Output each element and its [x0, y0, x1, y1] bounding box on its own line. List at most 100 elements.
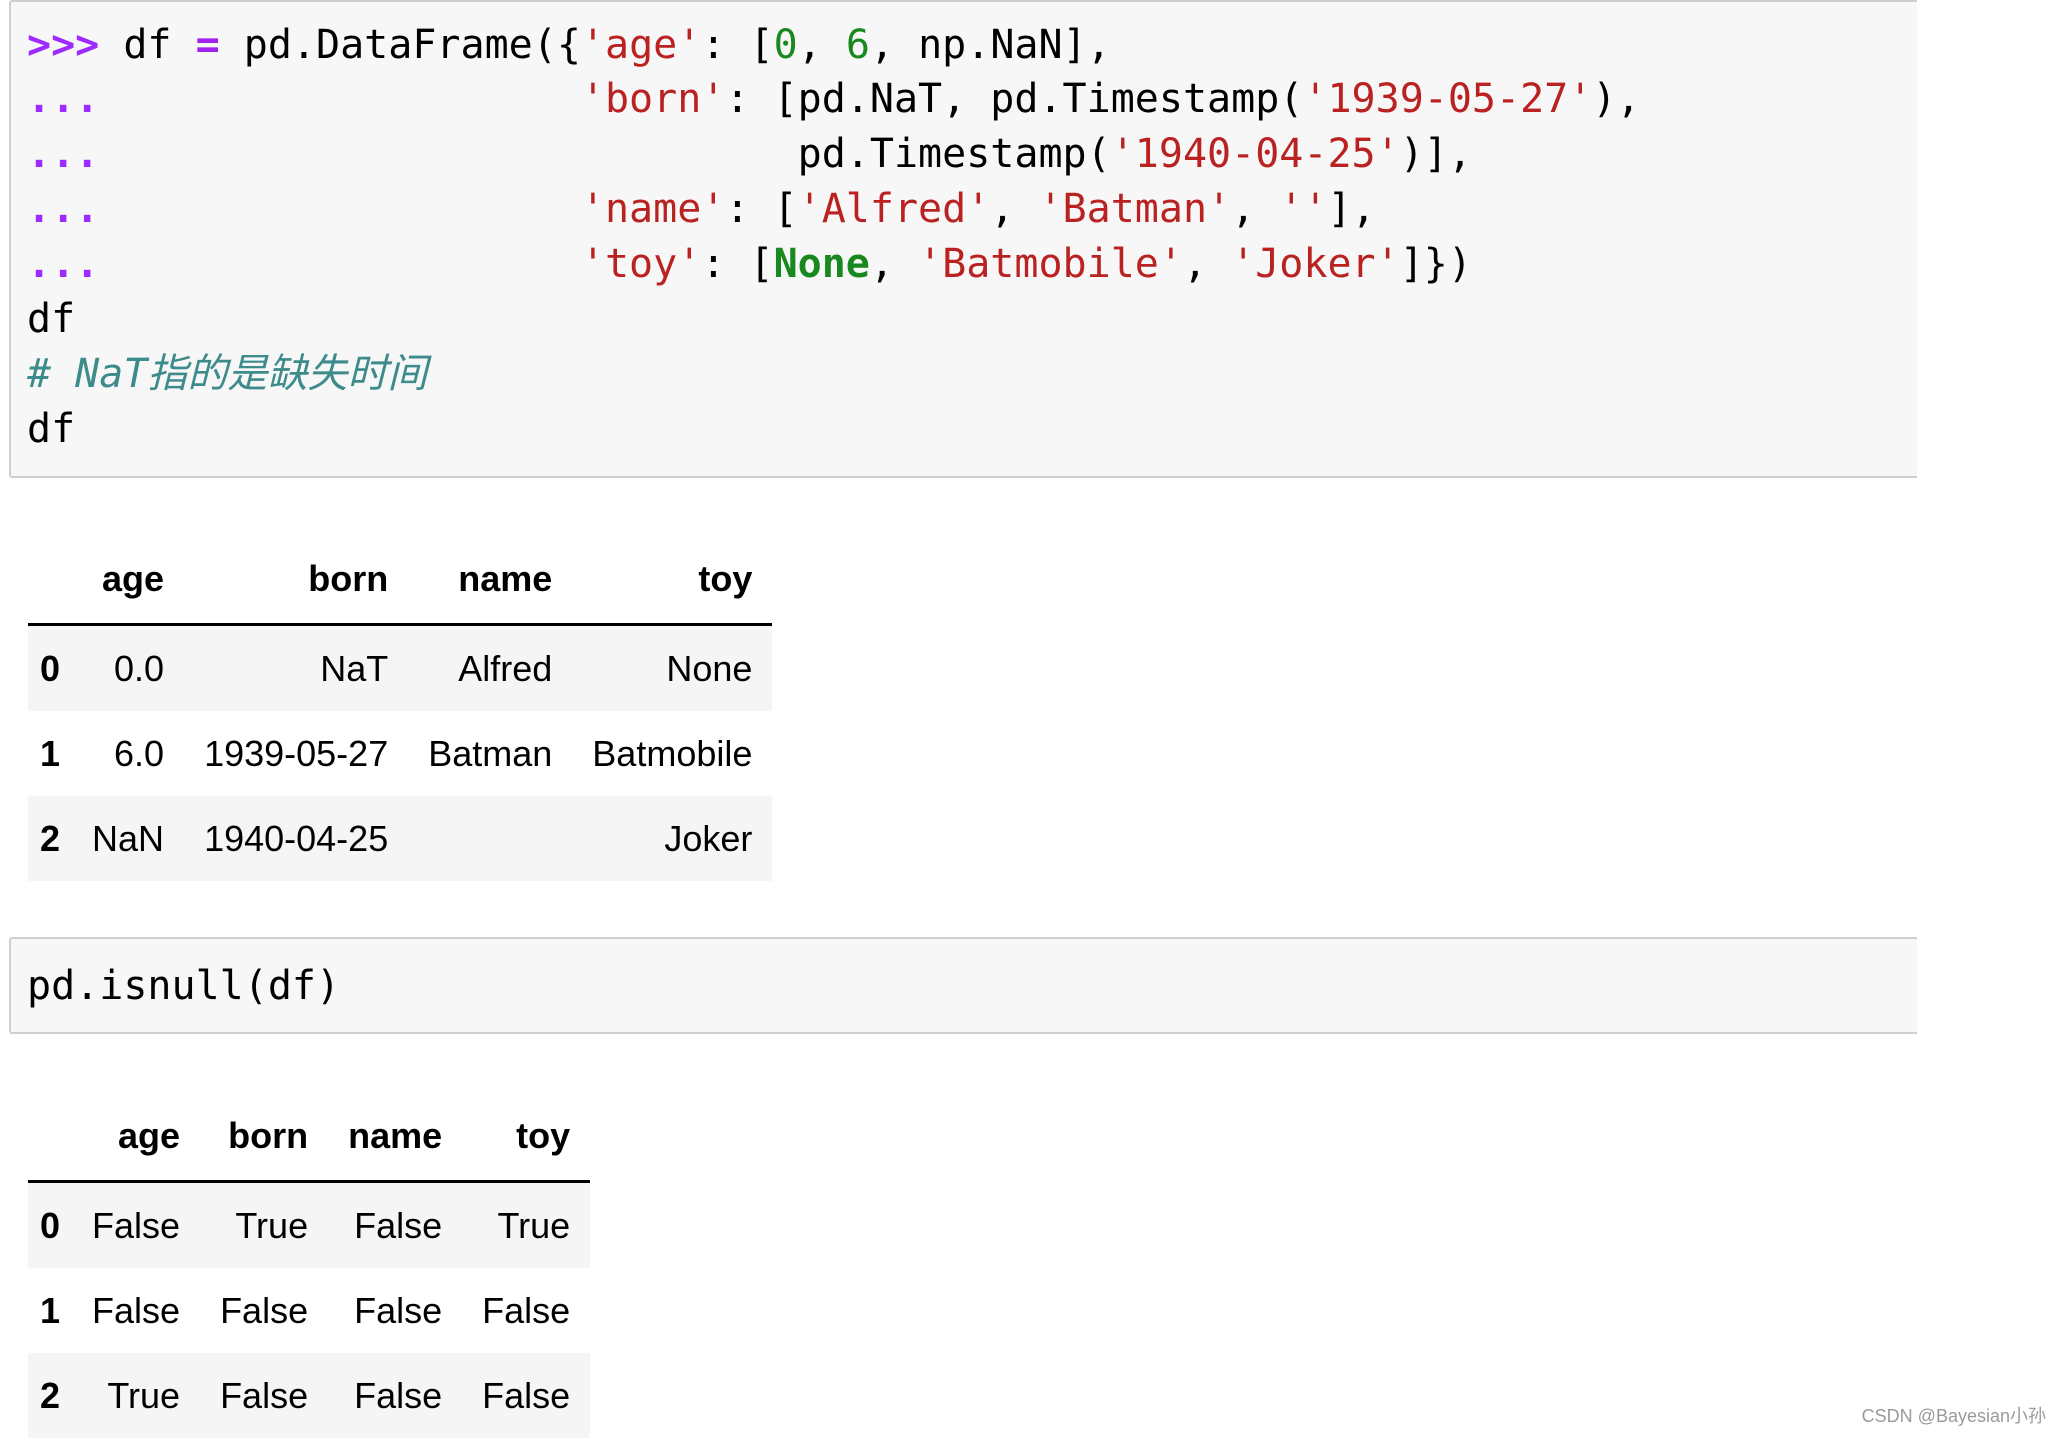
code-line: >>> df = pd.DataFrame({'age': [0, 6, np.… — [27, 20, 1111, 70]
column-header-toy: toy — [572, 535, 773, 626]
table-cell: False — [220, 1289, 309, 1331]
code-token: 'Joker' — [1231, 241, 1400, 287]
code-token: 'Batmobile' — [918, 241, 1183, 287]
code-token: 'Alfred' — [797, 186, 991, 232]
index-header — [28, 1092, 73, 1183]
code-token: , — [990, 186, 1039, 232]
code-token: None — [773, 241, 870, 287]
table-row: 1 6.0 1939-05-27 Batman Batmobile — [28, 711, 772, 796]
code-token: , — [1231, 186, 1280, 232]
prompt-marker: >>> — [27, 22, 100, 68]
table-cell: False — [354, 1374, 443, 1416]
table-cell: True — [235, 1204, 309, 1246]
code-token: )], — [1399, 131, 1472, 177]
table-cell: False — [220, 1374, 309, 1416]
code-line: ... pd.Timestamp('1940-04-25')], — [27, 129, 1472, 179]
row-index: 0 — [40, 1204, 61, 1246]
code-line: df — [27, 404, 75, 454]
table-row: 2 NaN 1940-04-25 Joker — [28, 796, 773, 881]
code-token: 'age' — [580, 22, 702, 68]
watermark: CSDN @Bayesian小孙 — [1861, 1406, 2046, 1426]
table-row: 1 False False False False — [28, 1268, 590, 1353]
code-token: pd.isnull(df) — [27, 963, 341, 1009]
table-cell: NaT — [320, 647, 389, 689]
code-token: pd.Timestamp( — [99, 131, 1111, 177]
code-token: ], — [1327, 186, 1376, 232]
code-token: 'Batman' — [1038, 186, 1232, 232]
continuation-marker: ... — [27, 76, 100, 122]
table-cell: Joker — [664, 817, 753, 859]
code-token: '' — [1279, 186, 1328, 232]
code-token: : [ — [725, 186, 798, 232]
column-header-name: name — [328, 1092, 463, 1183]
code-token: : [pd.NaT, pd.Timestamp( — [725, 76, 1304, 122]
column-header-name: name — [408, 535, 573, 626]
code-token: : [ — [701, 22, 774, 68]
code-token: 'name' — [580, 186, 726, 232]
column-header-born: born — [184, 535, 409, 626]
isnull-output-table: age born name toy 0 False True False Tru… — [28, 1092, 591, 1438]
continuation-marker: ... — [27, 131, 100, 177]
code-line: ... 'born': [pd.NaT, pd.Timestamp('1939-… — [27, 74, 1641, 124]
code-line: # NaT指的是缺失时间 — [27, 349, 427, 399]
code-token: '1940-04-25' — [1110, 131, 1400, 177]
code-token: # NaT指的是缺失时间 — [27, 351, 428, 397]
table-cell: 1940-04-25 — [204, 817, 389, 859]
code-cell-isnull[interactable]: pd.isnull(df) — [9, 937, 1917, 1034]
continuation-marker: ... — [27, 241, 100, 287]
column-header-toy: toy — [462, 1092, 591, 1183]
table-cell: NaN — [92, 817, 165, 859]
code-token: df — [99, 22, 196, 68]
table-row: 2 True False False False — [28, 1353, 591, 1438]
table-cell: Batman — [428, 732, 553, 774]
table-header-row: age born name toy — [28, 1092, 591, 1183]
code-token: '1939-05-27' — [1303, 76, 1593, 122]
code-line: pd.isnull(df) — [27, 961, 340, 1011]
code-token: pd.DataFrame({ — [219, 22, 581, 68]
column-header-age: age — [72, 1092, 201, 1183]
table-cell: True — [107, 1374, 181, 1416]
table-row: 0 False True False True — [28, 1181, 591, 1268]
code-token: : [ — [701, 241, 774, 287]
row-index: 1 — [40, 1289, 61, 1331]
index-header — [28, 535, 73, 626]
table-cell: 1939-05-27 — [204, 732, 389, 774]
code-token: 'toy' — [580, 241, 702, 287]
table-cell: True — [497, 1204, 571, 1246]
continuation-marker: ... — [27, 186, 100, 232]
code-token: ), — [1592, 76, 1641, 122]
table-cell: False — [354, 1289, 443, 1331]
column-header-born: born — [200, 1092, 329, 1183]
table-cell: False — [92, 1289, 181, 1331]
code-token: , — [1182, 241, 1232, 287]
table-cell: False — [92, 1204, 181, 1246]
table-row: 0 0.0 NaT Alfred None — [28, 624, 773, 711]
code-token: 0 — [773, 22, 798, 68]
table-cell — [408, 796, 572, 881]
code-cell-dataframe[interactable]: >>> df = pd.DataFrame({'age': [0, 6, np.… — [9, 0, 1917, 478]
column-header-age: age — [72, 535, 185, 626]
code-token: 6 — [845, 22, 870, 68]
table-cell: 6.0 — [114, 732, 165, 774]
code-token: , — [797, 22, 846, 68]
code-token: , np.NaN], — [869, 22, 1111, 68]
row-index: 2 — [40, 817, 61, 859]
table-cell: False — [482, 1374, 571, 1416]
code-token: df — [27, 296, 76, 342]
code-token: 'born' — [580, 76, 726, 122]
table-cell: Alfred — [458, 647, 553, 689]
code-token: , — [869, 241, 919, 287]
code-token: = — [195, 22, 220, 68]
code-line: df — [27, 294, 75, 344]
row-index: 0 — [40, 647, 61, 689]
table-cell: 0.0 — [114, 647, 165, 689]
code-line: ... 'toy': [None, 'Batmobile', 'Joker']}… — [27, 239, 1472, 289]
table-cell: False — [482, 1289, 571, 1331]
table-cell: Batmobile — [592, 732, 753, 774]
code-token: ]}) — [1399, 241, 1472, 287]
table-header-row: age born name toy — [28, 535, 773, 626]
table-cell: False — [354, 1204, 443, 1246]
